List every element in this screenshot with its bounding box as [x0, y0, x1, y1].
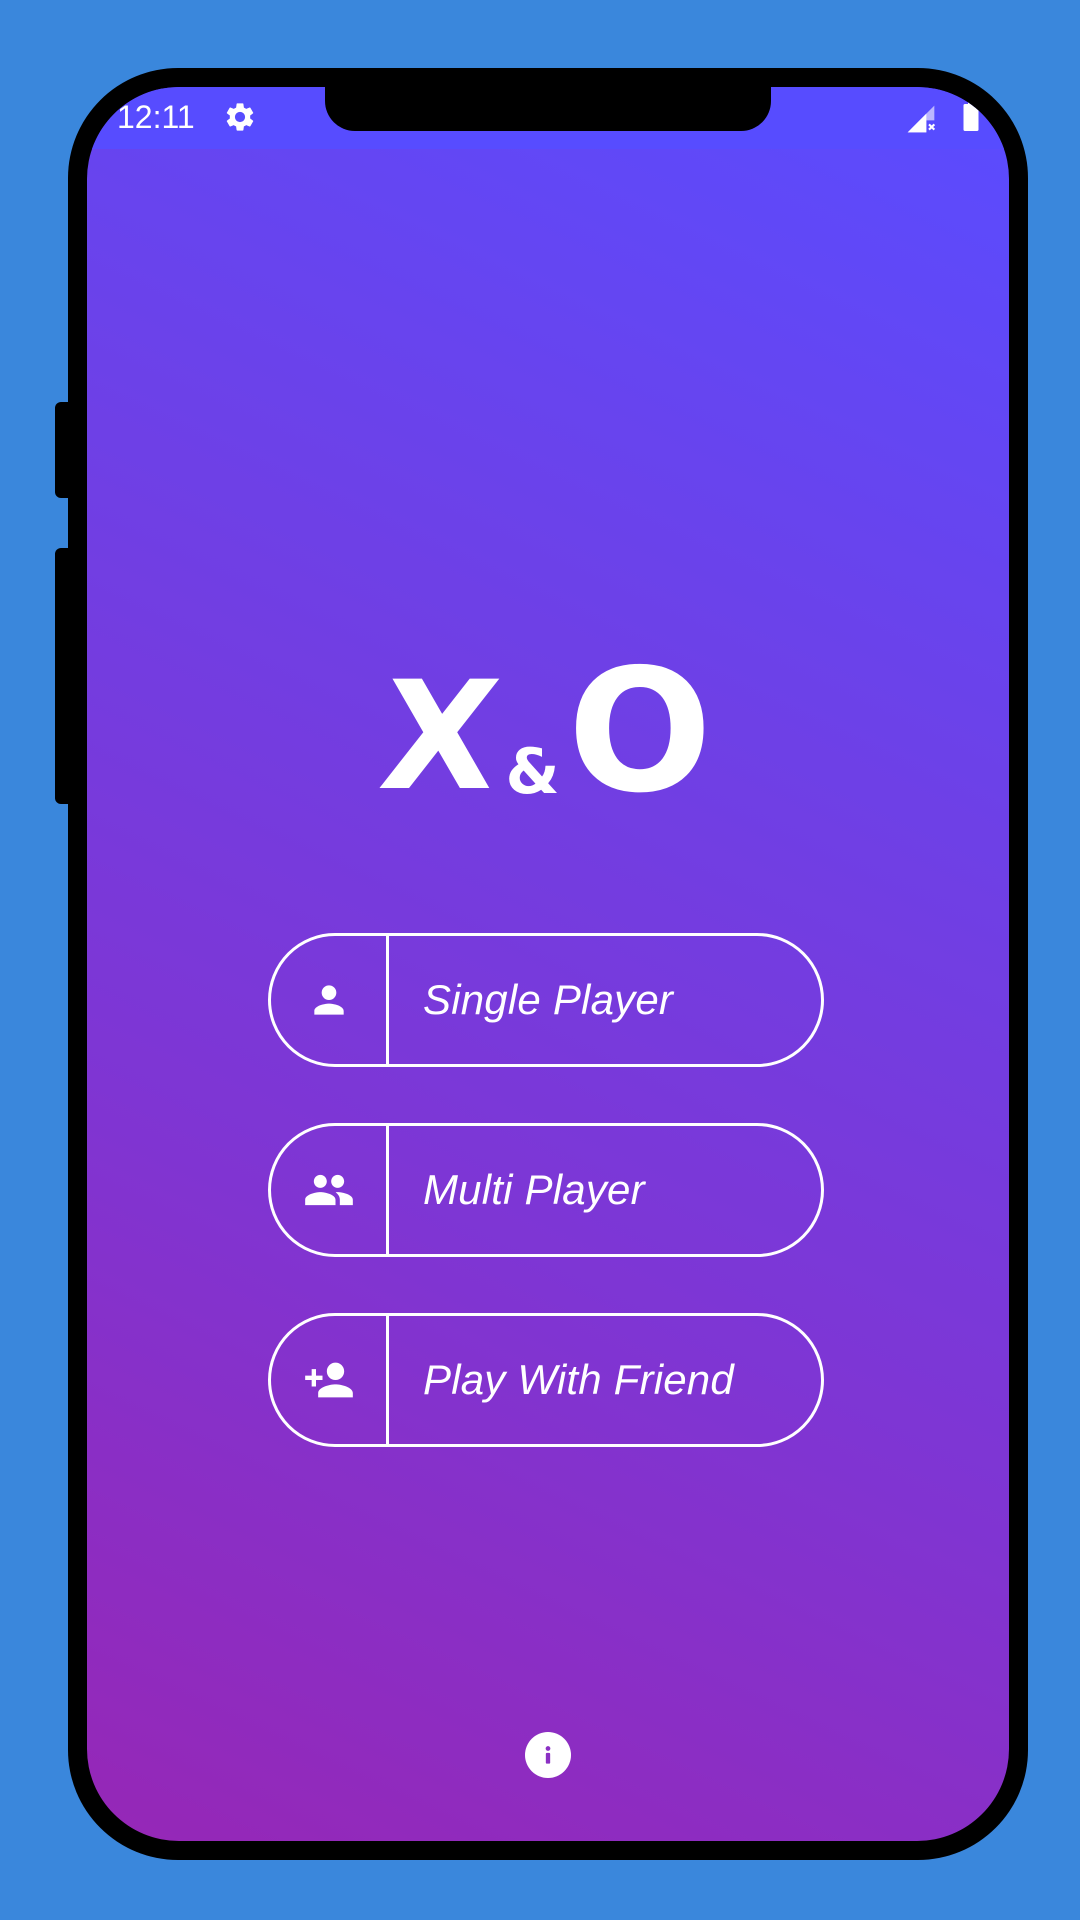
app-logo: X & O: [373, 617, 717, 831]
logo-x-mark: X: [372, 650, 507, 824]
volume-button: [55, 402, 69, 498]
device-stage: 12:11 X & O Single Player Multi Player P…: [0, 0, 1080, 1920]
settings-icon: [226, 103, 254, 131]
group-icon: [304, 1174, 353, 1206]
side-button: [55, 548, 69, 804]
info-icon: [545, 1746, 551, 1764]
app-screen: 12:11 X & O Single Player Multi Player P…: [87, 87, 1009, 1841]
person-add-icon: [304, 1362, 353, 1398]
phone-frame: 12:11 X & O Single Player Multi Player P…: [68, 68, 1028, 1860]
camera-notch: [325, 87, 771, 131]
logo-ampersand: &: [505, 735, 560, 808]
status-time: 12:11: [117, 99, 195, 135]
person-icon: [313, 985, 344, 1015]
single-player-label: Single Player: [423, 976, 674, 1023]
info-button[interactable]: [525, 1732, 571, 1778]
multi-player-button[interactable]: Multi Player: [268, 1123, 824, 1257]
single-player-button[interactable]: Single Player: [268, 933, 824, 1067]
logo-o-mark: O: [567, 633, 713, 831]
play-with-friend-button[interactable]: Play With Friend: [268, 1313, 824, 1447]
play-with-friend-label: Play With Friend: [423, 1356, 734, 1403]
battery-icon: [963, 101, 979, 131]
signal-no-sim-icon: [907, 105, 936, 133]
multi-player-label: Multi Player: [423, 1166, 645, 1213]
status-bar: 12:11: [87, 87, 1009, 149]
